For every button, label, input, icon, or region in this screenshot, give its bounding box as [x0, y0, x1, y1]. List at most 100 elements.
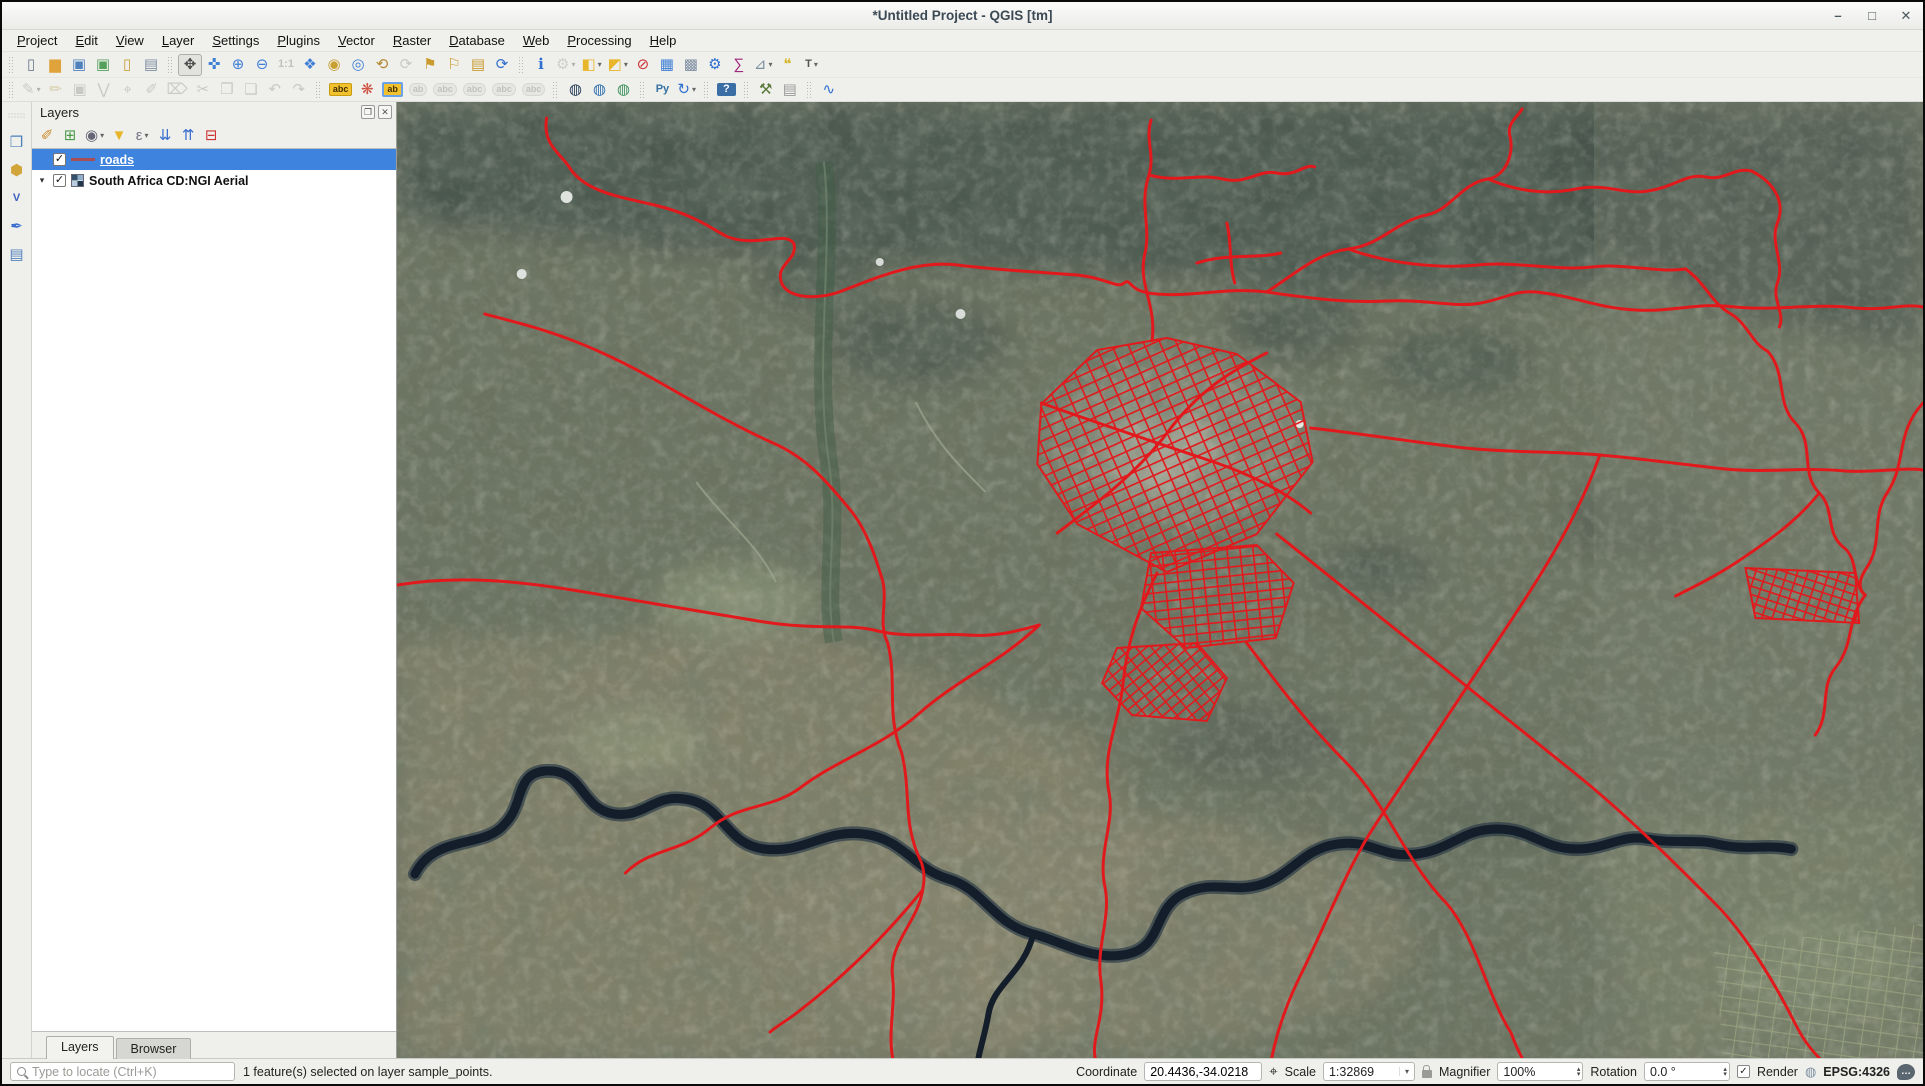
delete-selected-button[interactable]: ⌦ — [164, 79, 191, 101]
show-layout-manager-button[interactable]: ▤ — [139, 54, 163, 76]
save-layer-edits-button[interactable]: ▣ — [68, 79, 92, 101]
zoom-to-selection-button[interactable]: ◉ — [322, 54, 346, 76]
vertex-tool-button[interactable]: ⌖ — [116, 79, 140, 101]
menu-web[interactable]: Web — [514, 31, 559, 50]
lock-scale-icon[interactable] — [1421, 1064, 1432, 1078]
locate-box[interactable] — [10, 1062, 235, 1081]
filter-legend-button[interactable]: ▼ — [108, 124, 130, 146]
menu-layer[interactable]: Layer — [153, 31, 204, 50]
zoom-last-button[interactable]: ⟲ — [370, 54, 394, 76]
scale-combobox[interactable]: 1:32869 ▾ — [1322, 1062, 1415, 1081]
pin-labels-button[interactable]: ab — [406, 79, 431, 101]
zoom-full-button[interactable]: ❖ — [298, 54, 322, 76]
osm-search-button[interactable]: ⚒ — [754, 79, 778, 101]
toolbar-grip[interactable] — [8, 112, 25, 120]
save-project-as-button[interactable]: ▣ — [91, 54, 115, 76]
maximize-button[interactable]: □ — [1855, 3, 1889, 29]
processing-toolbox-button[interactable]: ⚙ — [703, 54, 727, 76]
processing-history-button[interactable]: ↻ ▾ — [674, 79, 699, 101]
float-panel-button[interactable]: ❐ — [361, 105, 375, 119]
pan-map-button[interactable]: ✥ — [178, 53, 202, 76]
close-panel-button[interactable]: ✕ — [378, 105, 392, 119]
modify-attributes-button[interactable]: ✐ — [140, 79, 164, 101]
crs-indicator[interactable]: EPSG:4326 — [1823, 1065, 1890, 1079]
layer-visibility-checkbox[interactable]: ✓ — [53, 153, 66, 166]
layer-visibility-checkbox[interactable]: ✓ — [53, 174, 66, 187]
save-project-button[interactable]: ▣ — [67, 54, 91, 76]
bookmark-manager-button[interactable]: ▤ — [466, 54, 490, 76]
spinner-arrows[interactable]: ▴ ▾ — [1723, 1066, 1727, 1078]
render-checkbox[interactable]: ✓ — [1736, 1065, 1750, 1078]
toolbar-grip[interactable] — [518, 56, 525, 73]
add-feature-button[interactable]: ⋁ — [92, 79, 116, 101]
toolbar-grip[interactable] — [639, 81, 647, 98]
refresh-map-button[interactable]: ⟳ — [490, 54, 514, 76]
toolbar-grip[interactable] — [742, 81, 750, 98]
new-shapefile-layer-button[interactable]: ✒ — [5, 215, 29, 237]
toolbar-grip[interactable] — [314, 81, 322, 98]
manage-map-themes-button[interactable]: ◉ ▾ — [82, 124, 107, 146]
zoom-to-layer-button[interactable]: ◎ — [346, 54, 370, 76]
menu-edit[interactable]: Edit — [66, 31, 106, 50]
pan-to-selection-button[interactable]: ✜ — [202, 54, 226, 76]
toggle-editing-button[interactable]: ✏ — [44, 79, 68, 101]
expand-arrow-icon[interactable]: ▾ — [36, 175, 48, 186]
coordinate-input[interactable] — [1144, 1062, 1263, 1081]
select-by-form-button[interactable]: ◩ ▾ — [605, 54, 631, 76]
remove-layer-button[interactable]: ⊟ — [200, 124, 222, 146]
rotate-label-button[interactable]: abc — [489, 79, 519, 101]
map-tips-button[interactable]: ❝ — [775, 54, 799, 76]
add-wfs-layer-button[interactable]: ◍ — [611, 79, 635, 101]
layer-item-roads[interactable]: ✓ roads — [32, 149, 396, 170]
metasearch-button[interactable]: ◍ — [563, 79, 587, 101]
add-wms-layer-button[interactable]: ◍ — [587, 79, 611, 101]
deselect-all-button[interactable]: ⊘ — [631, 54, 655, 76]
spinner-arrows[interactable]: ▴ ▾ — [1577, 1066, 1581, 1078]
add-group-button[interactable]: ⊞ — [59, 124, 81, 146]
move-label-button[interactable]: abc — [460, 79, 490, 101]
zoom-in-button[interactable]: ⊕ — [226, 54, 250, 76]
identify-features-button[interactable]: ℹ — [529, 54, 553, 76]
help-contents-button[interactable]: ? — [714, 79, 739, 101]
zoom-next-button[interactable]: ⟳ — [394, 54, 418, 76]
add-spatialite-layer-button[interactable]: ⬢ — [5, 159, 29, 181]
layer-item-aerial[interactable]: ▾ ✓ South Africa CD:NGI Aerial — [32, 170, 396, 191]
profile-tool-button[interactable]: ∿ — [817, 79, 841, 101]
tab-layers[interactable]: Layers — [46, 1036, 114, 1059]
cut-features-button[interactable]: ✂ — [191, 79, 215, 101]
toolbar-grip[interactable] — [805, 81, 813, 98]
current-edits-button[interactable]: ✎ ▾ — [19, 79, 44, 101]
minimize-button[interactable]: – — [1821, 3, 1855, 29]
extents-toggle-icon[interactable]: ⌖ — [1269, 1063, 1277, 1080]
tab-browser[interactable]: Browser — [115, 1038, 192, 1059]
menu-plugins[interactable]: Plugins — [268, 31, 329, 50]
menu-database[interactable]: Database — [440, 31, 514, 50]
field-calculator-button[interactable]: ▩ — [679, 54, 703, 76]
new-project-button[interactable]: ▯ — [19, 54, 43, 76]
menu-settings[interactable]: Settings — [203, 31, 268, 50]
collapse-all-button[interactable]: ⇈ — [177, 124, 199, 146]
change-label-button[interactable]: abc — [519, 79, 549, 101]
open-project-button[interactable]: ▆ — [43, 54, 67, 76]
copy-features-button[interactable]: ❐ — [215, 79, 239, 101]
add-vector-layer-button[interactable]: V — [5, 187, 29, 209]
menu-view[interactable]: View — [107, 31, 153, 50]
text-annotation-button[interactable]: T ▾ — [799, 54, 823, 76]
open-attribute-table-button[interactable]: ▦ — [655, 54, 679, 76]
zoom-out-button[interactable]: ⊖ — [250, 54, 274, 76]
open-styling-panel-button[interactable]: ✐ — [36, 124, 58, 146]
toolbar-grip[interactable] — [552, 81, 560, 98]
close-button[interactable]: ✕ — [1889, 3, 1923, 29]
menu-processing[interactable]: Processing — [558, 31, 640, 50]
paste-features-button[interactable]: ❏ — [239, 79, 263, 101]
layer-diagram-button[interactable]: ❋ — [355, 79, 379, 101]
highlight-labels-button[interactable]: ab — [379, 79, 406, 101]
toolbar-grip[interactable] — [703, 81, 711, 98]
python-console-button[interactable]: Py — [650, 79, 674, 101]
notebook-button[interactable]: ▤ — [778, 79, 802, 101]
menu-help[interactable]: Help — [641, 31, 686, 50]
show-hide-labels-button[interactable]: abc — [430, 79, 460, 101]
new-bookmark-button[interactable]: ⚑ — [418, 54, 442, 76]
toolbar-grip[interactable] — [8, 56, 15, 73]
filter-expression-button[interactable]: ε ▾ — [131, 124, 153, 146]
